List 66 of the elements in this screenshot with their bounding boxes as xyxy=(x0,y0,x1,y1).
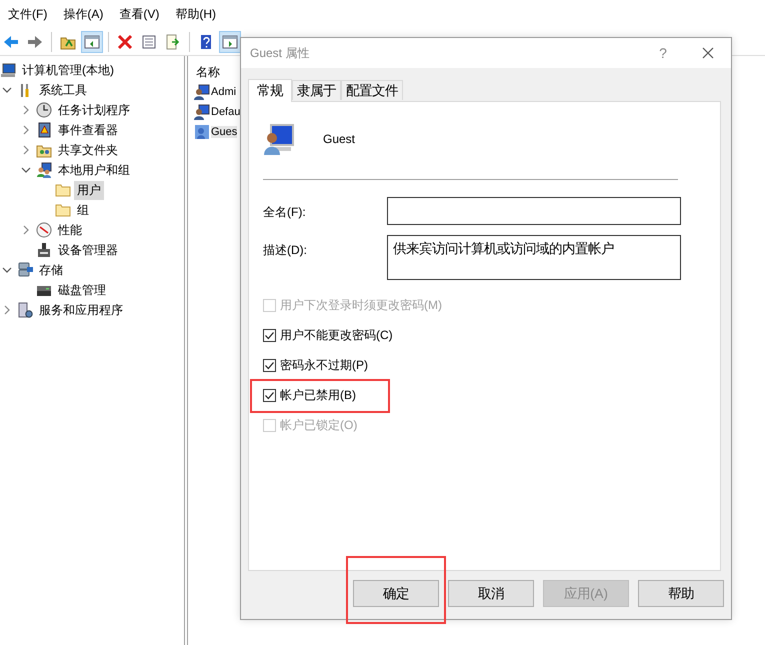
properties-icon xyxy=(141,34,157,50)
export-icon xyxy=(165,34,181,50)
back-arrow-icon xyxy=(3,34,19,50)
tab[interactable]: 隶属于 xyxy=(292,80,341,100)
tree-item[interactable]: 事件查看器 xyxy=(55,120,121,140)
checkbox-label: 密码永不过期(P) xyxy=(280,356,368,374)
checkbox[interactable] xyxy=(263,358,276,372)
close-icon xyxy=(702,47,714,59)
user-icon xyxy=(194,124,210,140)
delete-icon xyxy=(117,34,133,50)
field-label: 全名(F): xyxy=(263,204,307,221)
tree-item[interactable]: 计算机管理(本地) xyxy=(19,60,117,80)
tree-item[interactable]: 服务和应用程序 xyxy=(36,300,126,320)
tree-item[interactable]: 性能 xyxy=(55,220,85,240)
user-icon xyxy=(194,104,210,120)
pane-icon xyxy=(84,34,100,50)
server-icon xyxy=(17,302,33,318)
folder-icon xyxy=(55,202,71,218)
forward-arrow-icon xyxy=(27,34,43,50)
checkbox-label: 用户下次登录时须更改密码(M) xyxy=(280,296,442,314)
tree-item[interactable]: 用户 xyxy=(74,180,104,200)
menu-item[interactable]: 操作(A) xyxy=(55,3,112,25)
dialog-button[interactable]: 帮助 xyxy=(638,580,724,607)
user-computer-icon xyxy=(263,123,295,155)
storage-icon xyxy=(17,262,33,278)
checkbox[interactable] xyxy=(263,388,276,402)
checkbox-label: 用户不能更改密码(C) xyxy=(280,326,393,344)
computer-icon xyxy=(0,62,16,78)
field-label: 描述(D): xyxy=(263,242,308,259)
user-name[interactable]: Admi xyxy=(211,86,236,98)
pane-icon xyxy=(222,34,238,50)
user-name[interactable]: Gues xyxy=(211,126,238,138)
menu-item[interactable]: 查看(V) xyxy=(111,3,168,25)
folder-icon xyxy=(55,182,71,198)
user-name[interactable]: Defau xyxy=(211,106,240,118)
full-name-field[interactable] xyxy=(387,197,681,225)
tree-item[interactable]: 共享文件夹 xyxy=(55,140,121,160)
device-icon xyxy=(36,242,52,258)
tree-item[interactable]: 存储 xyxy=(36,260,66,280)
tree-item[interactable]: 组 xyxy=(74,200,92,220)
menu-item[interactable]: 文件(F) xyxy=(0,3,56,25)
tree-item[interactable]: 磁盘管理 xyxy=(55,280,109,300)
tree-item[interactable]: 任务计划程序 xyxy=(55,100,133,120)
tab[interactable]: 配置文件 xyxy=(341,80,403,100)
user-name: Guest xyxy=(323,132,356,146)
tab[interactable]: 常规 xyxy=(248,79,292,102)
dialog-button[interactable]: 取消 xyxy=(448,580,534,607)
users-icon xyxy=(36,162,52,178)
tree-item[interactable]: 设备管理器 xyxy=(55,240,121,260)
tree-item[interactable]: 本地用户和组 xyxy=(55,160,133,180)
dialog-button[interactable]: 确定 xyxy=(353,580,439,607)
help-icon xyxy=(198,34,214,50)
pane-button[interactable] xyxy=(81,30,103,52)
checkbox[interactable] xyxy=(263,328,276,342)
event-log-icon xyxy=(36,122,52,138)
checkbox-label: 帐户已禁用(B) xyxy=(280,386,356,404)
clock-icon xyxy=(36,102,52,118)
description-field[interactable]: 供来宾访问计算机或访问域的内置帐户 xyxy=(387,235,681,280)
gauge-icon xyxy=(36,222,52,238)
pane-button[interactable] xyxy=(219,30,241,52)
user-icon xyxy=(194,84,210,100)
dialog-title: Guest 属性 xyxy=(250,44,310,62)
tree-item[interactable]: 系统工具 xyxy=(36,80,90,100)
help-button[interactable]: ? xyxy=(641,45,685,61)
checkbox-label: 帐户已锁定(O) xyxy=(280,416,358,434)
menu-item[interactable]: 帮助(H) xyxy=(167,3,224,25)
